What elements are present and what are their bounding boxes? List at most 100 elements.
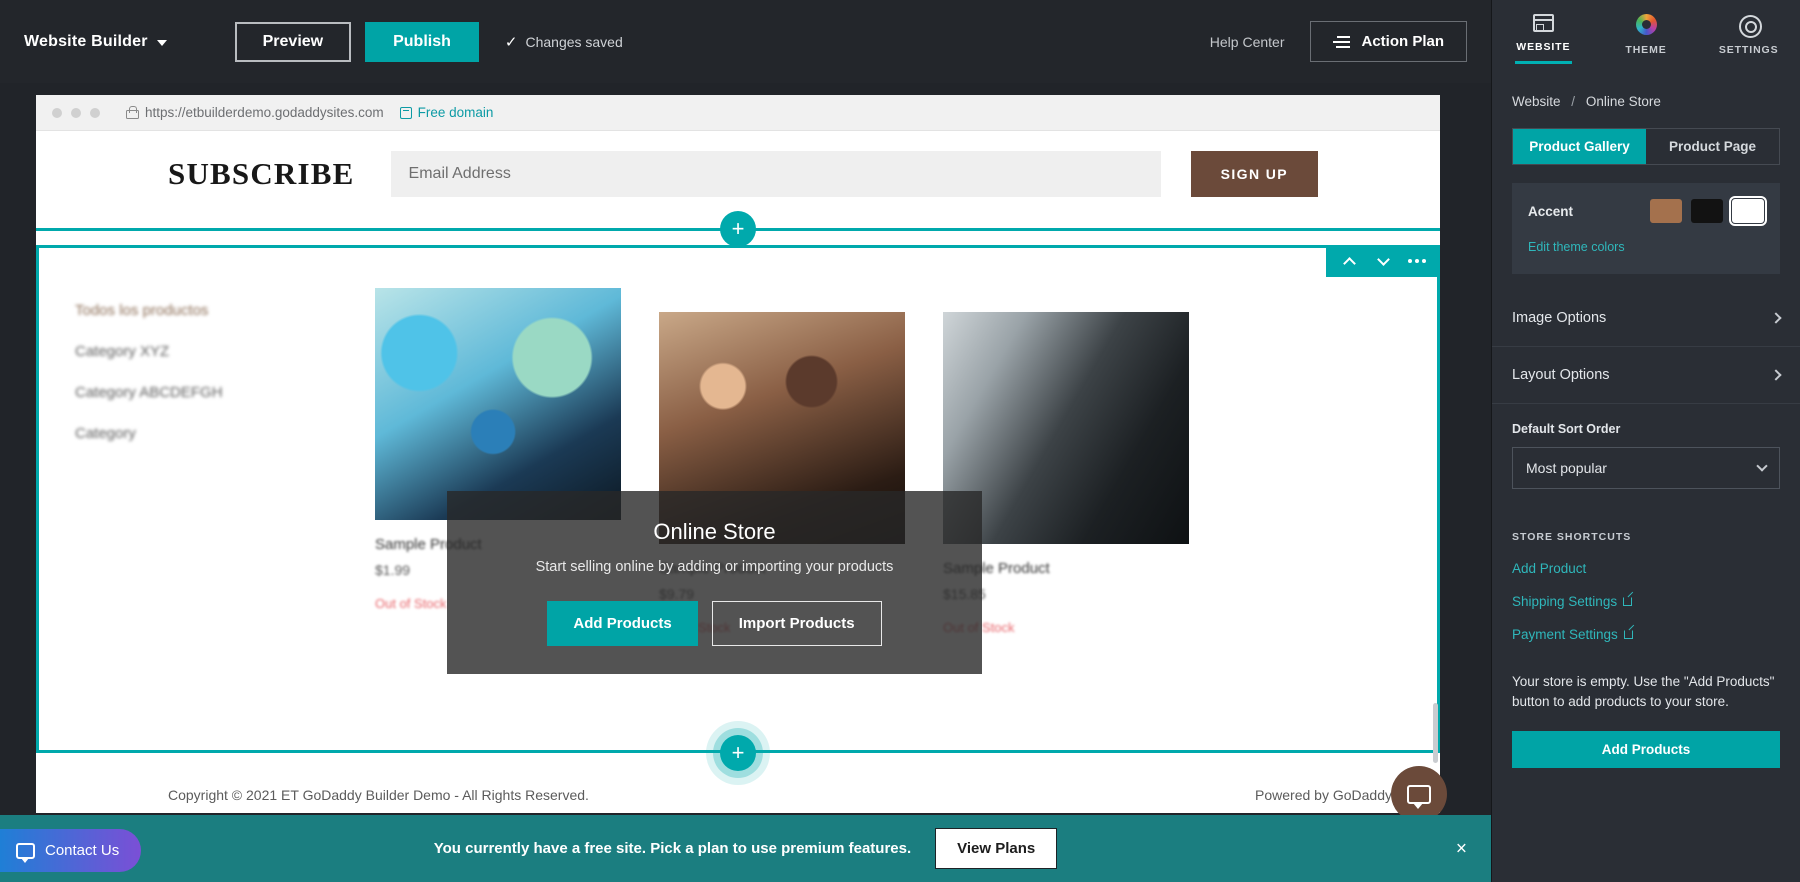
action-plan-label: Action Plan [1361,33,1444,50]
banner-message: You currently have a free site. Pick a p… [433,840,912,857]
breadcrumb-root[interactable]: Website [1512,94,1561,109]
shortcut-add-product-label: Add Product [1512,561,1587,576]
add-section-bottom-button[interactable]: + [720,735,756,771]
contact-us-label: Contact Us [45,842,120,859]
shortcut-shipping-settings-label: Shipping Settings [1512,594,1618,609]
category-item[interactable]: Todos los productos [75,302,375,319]
add-products-button[interactable]: Add Products [547,601,698,646]
save-status-label: Changes saved [525,33,623,50]
segment-product-gallery[interactable]: Product Gallery [1513,129,1646,164]
move-section-up-button[interactable] [1332,245,1366,277]
breadcrumb-current: Online Store [1585,94,1661,109]
shortcut-shipping-settings[interactable]: Shipping Settings [1512,594,1780,609]
add-section-top-button[interactable]: + [720,211,756,247]
panel-add-products-button[interactable]: Add Products [1512,730,1780,768]
free-domain-link[interactable]: Free domain [399,105,493,120]
toolbar-actions: Preview Publish ✓ Changes saved [234,21,623,62]
overlay-actions: Add Products Import Products [547,601,882,646]
overlay-subtitle: Start selling online by adding or import… [535,559,894,575]
tab-theme-label: THEME [1625,44,1667,56]
default-sort-select[interactable]: Most popular [1512,447,1780,489]
subscribe-section: SUBSCRIBE Email Address SIGN UP [36,131,1440,217]
layout-options-row[interactable]: Layout Options [1492,347,1800,404]
brand-label: Website Builder [24,32,148,50]
lock-icon [126,106,139,119]
save-status: ✓ Changes saved [505,33,623,51]
accent-swatches [1650,195,1768,227]
store-shortcuts-heading: STORE SHORTCUTS [1512,531,1632,543]
signup-button[interactable]: SIGN UP [1190,151,1318,197]
move-section-down-button[interactable] [1366,245,1400,277]
url-bar[interactable]: https://etbuilderdemo.godaddysites.com [126,105,384,120]
view-plans-button[interactable]: View Plans [935,828,1058,869]
tab-website[interactable]: WEBSITE [1492,14,1595,64]
close-icon[interactable]: × [1456,839,1467,858]
site-canvas: https://etbuilderdemo.godaddysites.com F… [36,95,1440,813]
gear-icon [1738,14,1763,38]
tag-icon [399,106,412,119]
external-link-icon [1623,597,1633,606]
category-item[interactable]: Category ABCDEFGH [75,384,375,401]
section-more-button[interactable] [1400,245,1434,277]
online-store-overlay: Online Store Start selling online by add… [447,491,982,674]
action-plan-button[interactable]: Action Plan [1310,21,1467,62]
tab-settings[interactable]: SETTINGS [1697,14,1800,67]
brand-menu[interactable]: Website Builder [24,33,167,51]
banner-center: You currently have a free site. Pick a p… [434,828,1058,869]
check-icon: ✓ [504,33,518,51]
footer-powered-by: Powered by GoDaddy [1255,787,1392,803]
segment-product-page[interactable]: Product Page [1646,129,1779,164]
empty-store-note: Your store is empty. Use the "Add Produc… [1512,674,1775,710]
default-sort-value: Most popular [1526,460,1607,476]
chevron-down-icon [1756,460,1768,472]
shortcut-add-product[interactable]: Add Product [1512,561,1780,576]
chevron-right-icon [1770,369,1782,381]
website-icon [1532,14,1554,32]
chat-icon [16,842,35,863]
free-plan-banner: Contact Us You currently have a free sit… [0,815,1491,882]
accent-swatch-brown[interactable] [1650,199,1682,223]
right-panel: WEBSITE THEME SETTINGS Website / Online … [1491,0,1800,882]
import-products-button[interactable]: Import Products [711,601,882,646]
theme-icon [1635,14,1657,35]
external-link-icon [1623,630,1633,639]
email-input[interactable]: Email Address [390,151,1161,197]
accent-swatch-white[interactable] [1728,195,1768,227]
breadcrumb-separator: / [1571,94,1576,109]
category-list: Todos los productos Category XYZ Categor… [75,282,375,750]
chevron-down-icon [156,39,167,46]
help-center-link[interactable]: Help Center [1210,34,1285,50]
shortcut-payment-settings[interactable]: Payment Settings [1512,627,1780,642]
panel-tabs: WEBSITE THEME SETTINGS [1492,0,1800,72]
category-item[interactable]: Category XYZ [75,343,375,360]
main-column: Website Builder Preview Publish ✓ Change… [0,0,1491,882]
section-toolbar [1326,245,1440,277]
preview-button[interactable]: Preview [234,21,352,62]
ellipsis-icon [1408,259,1426,263]
toolbar-right: Help Center Action Plan [1210,21,1467,62]
chevron-right-icon [1770,312,1782,324]
contact-us-button[interactable]: Contact Us [0,829,142,872]
overlay-title: Online Store [653,519,776,544]
category-item[interactable]: Category [75,425,375,442]
subscribe-title: SUBSCRIBE [168,156,355,191]
online-store-section[interactable]: Todos los productos Category XYZ Categor… [36,245,1440,753]
chevron-up-icon [1342,256,1356,270]
gallery-page-segmented-control: Product Gallery Product Page [1512,128,1780,165]
canvas-scrollbar[interactable] [1433,703,1438,763]
accent-row: Accent [1528,195,1768,227]
edit-theme-colors-link[interactable]: Edit theme colors [1528,240,1625,254]
store-shortcuts: STORE SHORTCUTS Add Product Shipping Set… [1492,489,1800,642]
default-sort-label: Default Sort Order [1512,422,1621,436]
image-options-row[interactable]: Image Options [1492,290,1800,347]
chevron-down-icon [1376,252,1390,266]
footer-copyright: Copyright © 2021 ET GoDaddy Builder Demo… [168,787,589,803]
shortcut-payment-settings-label: Payment Settings [1512,627,1618,642]
tab-theme[interactable]: THEME [1595,14,1698,67]
breadcrumb: Website / Online Store [1492,72,1800,109]
accent-label: Accent [1528,203,1574,219]
accent-swatch-black[interactable] [1691,199,1723,223]
chat-icon [1407,784,1431,809]
chat-widget-button[interactable] [1391,766,1447,822]
publish-button[interactable]: Publish [365,21,479,62]
